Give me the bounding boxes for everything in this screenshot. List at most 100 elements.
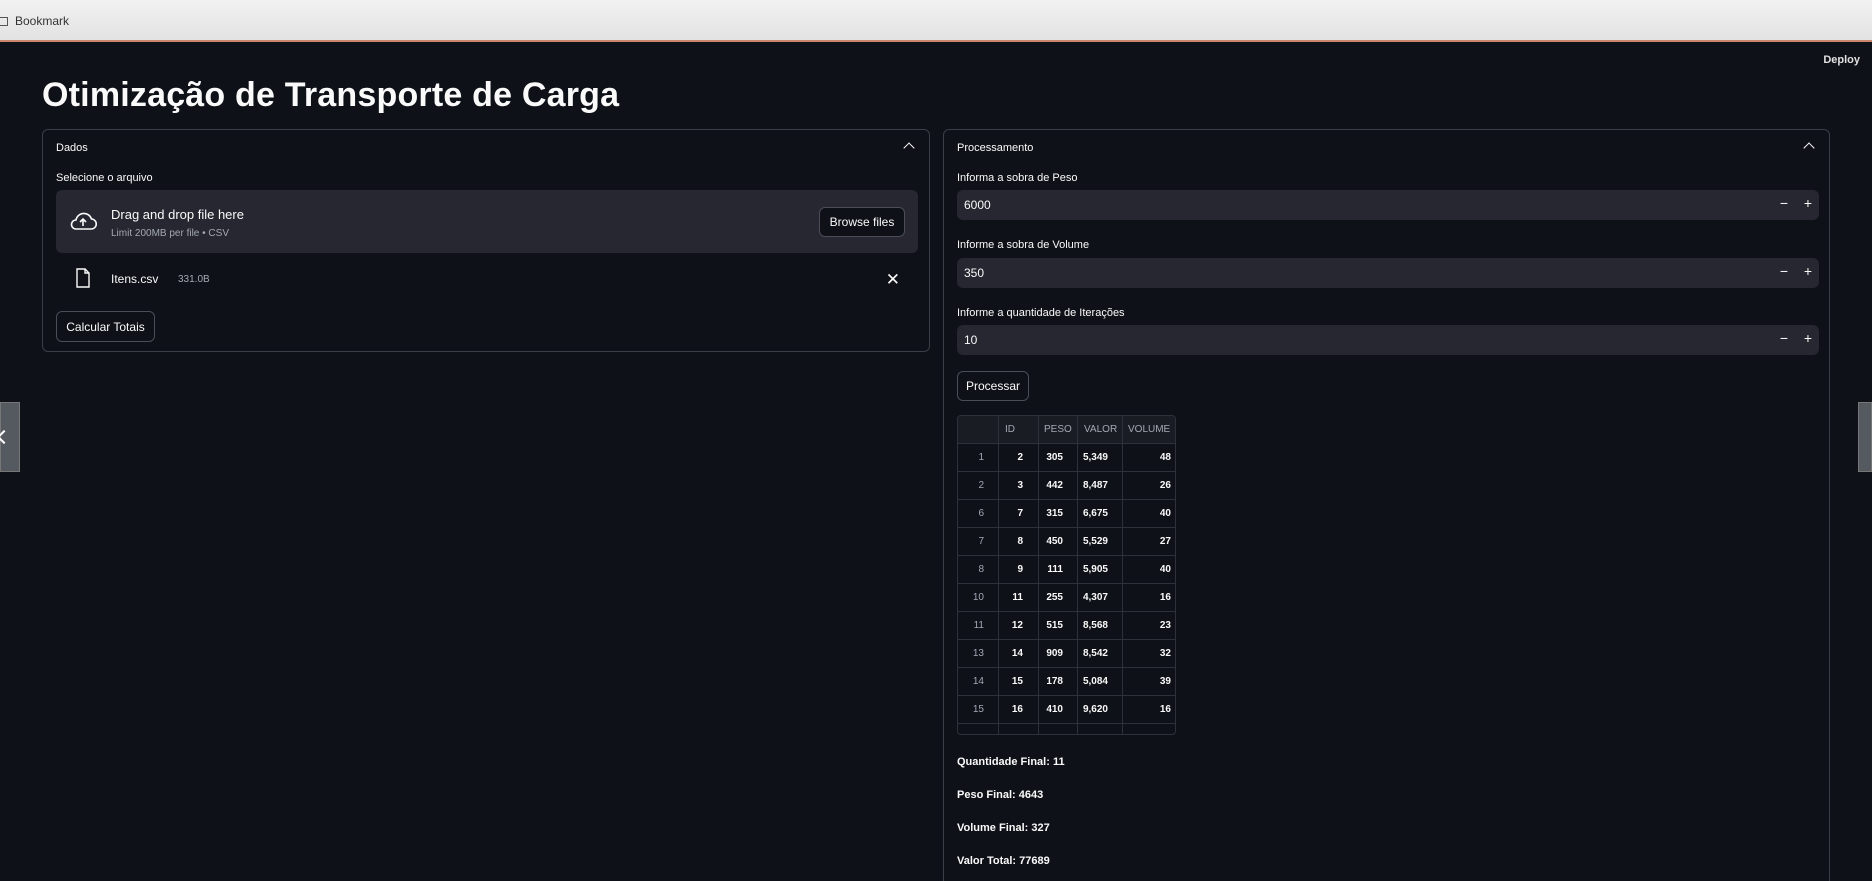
browser-toolbar: Bookmark (0, 0, 1872, 42)
cloud-upload-icon (70, 212, 98, 230)
dados-header[interactable]: Dados (56, 142, 88, 154)
row-index: 1 (978, 452, 984, 463)
row-index: 6 (978, 508, 984, 519)
table-cell: 111 (1047, 564, 1063, 575)
iteracoes-label: Informe a quantidade de Iterações (957, 307, 1125, 319)
results-dataframe[interactable]: ID PESO VALOR VOLUME 1 2 305 5,349 48 2 3 442 8,… (957, 415, 1176, 735)
chevron-up-icon[interactable] (903, 142, 915, 154)
row-index: 10 (972, 592, 984, 603)
volume-label: Informe a sobra de Volume (957, 239, 1090, 251)
table-cell: 5,349 (1082, 452, 1108, 463)
table-cell: 8,487 (1082, 480, 1108, 491)
minus-icon[interactable]: − (1780, 330, 1788, 346)
column-header-volume[interactable]: VOLUME (1128, 424, 1170, 435)
row-index: 7 (978, 536, 984, 547)
table-row[interactable]: 6 7 315 6,675 40 (958, 499, 1175, 527)
row-index: 2 (978, 480, 984, 491)
row-index: 13 (972, 648, 984, 659)
table-cell: 315 (1046, 508, 1063, 519)
iteracoes-value[interactable]: 10 (964, 333, 977, 347)
minus-icon[interactable]: − (1780, 263, 1788, 279)
table-row[interactable]: 13 14 909 8,542 32 (958, 639, 1175, 667)
table-cell: 11 (1012, 592, 1023, 603)
dados-expander: Dados Selecione o arquivo Drag and drop … (42, 129, 930, 352)
table-cell: 442 (1046, 480, 1063, 491)
valor-total: Valor Total: 77689 (957, 855, 1050, 867)
plus-icon[interactable]: + (1804, 195, 1812, 211)
peso-label: Informa a sobra de Peso (957, 172, 1078, 184)
table-cell: 2 (1017, 452, 1023, 463)
table-cell: 5,529 (1082, 536, 1108, 547)
column-header-valor[interactable]: VALOR (1084, 424, 1117, 435)
plus-icon[interactable]: + (1804, 263, 1812, 279)
column-header-id[interactable]: ID (1005, 424, 1015, 435)
table-cell: 48 (1159, 452, 1171, 463)
bookmark-icon (0, 16, 8, 26)
row-index: 15 (972, 704, 984, 715)
table-row[interactable]: 10 11 255 4,307 16 (958, 583, 1175, 611)
uploaded-file-row: Itens.csv 331.0B ✕ (56, 264, 918, 294)
browse-files-button[interactable]: Browse files (819, 207, 905, 237)
table-cell: 9 (1017, 564, 1023, 575)
row-index: 14 (972, 676, 984, 687)
table-row[interactable]: 7 8 450 5,529 27 (958, 527, 1175, 555)
processamento-header[interactable]: Processamento (957, 142, 1033, 154)
table-cell: 255 (1046, 592, 1063, 603)
table-cell: 8 (1017, 536, 1023, 547)
table-cell: 40 (1159, 508, 1171, 519)
table-row[interactable]: 1 2 305 5,349 48 (958, 443, 1175, 471)
volume-value[interactable]: 350 (964, 266, 984, 280)
bookmark-item[interactable]: Bookmark (0, 14, 69, 28)
table-row[interactable]: 8 9 111 5,905 40 (958, 555, 1175, 583)
file-size: 331.0B (178, 274, 210, 285)
file-name: Itens.csv (111, 272, 159, 286)
table-row[interactable]: 2 3 442 8,487 26 (958, 471, 1175, 499)
row-index: 11 (973, 620, 984, 631)
bookmark-label: Bookmark (15, 14, 70, 28)
file-select-label: Selecione o arquivo (56, 172, 153, 184)
table-cell: 16 (1159, 704, 1171, 715)
table-cell: 26 (1159, 480, 1171, 491)
table-row[interactable]: 15 16 410 9,620 16 (958, 695, 1175, 723)
table-row[interactable]: 14 15 178 5,084 39 (958, 667, 1175, 695)
table-cell: 410 (1046, 704, 1063, 715)
calcular-totais-button[interactable]: Calcular Totais (56, 311, 155, 342)
table-cell: 32 (1159, 648, 1171, 659)
right-edge-tab[interactable] (1858, 402, 1872, 472)
table-cell: 909 (1046, 648, 1063, 659)
page-title: Otimização de Transporte de Carga (42, 76, 620, 114)
table-cell: 39 (1159, 676, 1171, 687)
minus-icon[interactable]: − (1780, 195, 1788, 211)
processamento-expander: Processamento Informa a sobra de Peso 60… (943, 129, 1830, 881)
table-cell: 450 (1046, 536, 1063, 547)
sidebar-collapse-tab[interactable] (0, 402, 20, 472)
volume-final: Volume Final: 327 (957, 822, 1050, 834)
table-cell: 40 (1159, 564, 1171, 575)
processar-button[interactable]: Processar (957, 371, 1029, 401)
table-cell: 515 (1046, 620, 1063, 631)
file-icon (76, 268, 90, 288)
table-cell: 16 (1011, 704, 1023, 715)
row-index: 8 (978, 564, 984, 575)
table-cell: 27 (1159, 536, 1171, 547)
iteracoes-number-input[interactable]: 10 − + (957, 325, 1819, 355)
file-dropzone[interactable]: Drag and drop file here Limit 200MB per … (56, 190, 918, 253)
chevron-left-icon (0, 429, 12, 445)
dropzone-limit: Limit 200MB per file • CSV (111, 228, 229, 239)
table-cell: 5,905 (1082, 564, 1108, 575)
peso-value[interactable]: 6000 (964, 198, 991, 212)
table-cell: 14 (1011, 648, 1023, 659)
table-cell: 8,568 (1082, 620, 1108, 631)
table-cell: 5,084 (1082, 676, 1108, 687)
table-cell: 8,542 (1082, 648, 1108, 659)
deploy-button[interactable]: Deploy (1823, 54, 1860, 66)
table-cell: 9,620 (1082, 704, 1108, 715)
volume-number-input[interactable]: 350 − + (957, 258, 1819, 288)
table-row[interactable]: 11 12 515 8,568 23 (958, 611, 1175, 639)
close-icon[interactable]: ✕ (886, 270, 900, 290)
table-cell: 3 (1017, 480, 1023, 491)
plus-icon[interactable]: + (1804, 330, 1812, 346)
column-header-peso[interactable]: PESO (1044, 424, 1072, 435)
peso-number-input[interactable]: 6000 − + (957, 190, 1819, 220)
chevron-up-icon[interactable] (1803, 142, 1815, 154)
